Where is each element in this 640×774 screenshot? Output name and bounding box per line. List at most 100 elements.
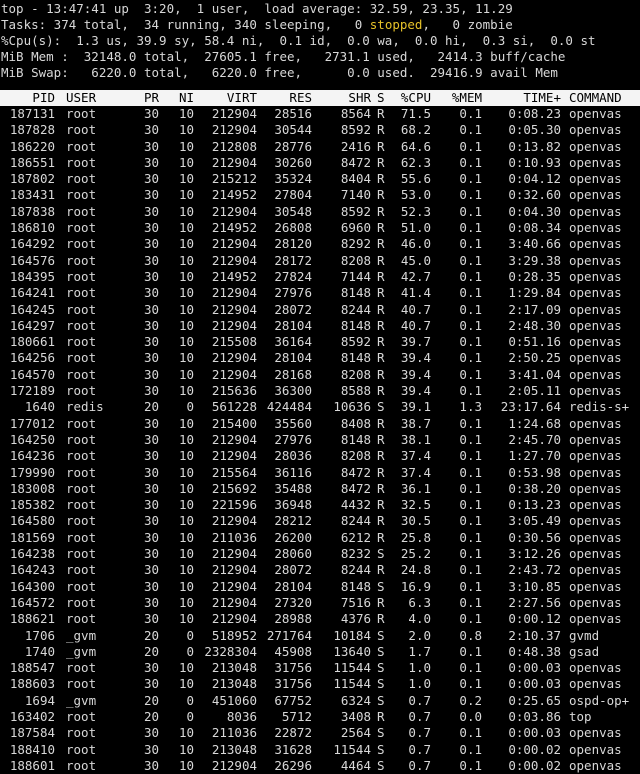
process-cpu: 62.3	[400, 154, 431, 170]
process-user: root	[66, 317, 97, 333]
column-header-pid: PID	[32, 90, 55, 105]
process-user: root	[66, 464, 97, 480]
process-time: 2:05.11	[508, 383, 561, 399]
process-mem: 0.1	[459, 529, 482, 545]
process-res: 271764	[266, 627, 312, 643]
process-pr: 30	[143, 252, 159, 268]
process-command: openvas	[569, 383, 622, 399]
process-command: openvas	[569, 252, 622, 268]
process-command: openvas	[569, 757, 622, 773]
process-ni: 10	[178, 594, 194, 610]
process-user: root	[66, 497, 97, 513]
process-state: R	[377, 138, 385, 154]
process-cpu: 42.7	[400, 268, 431, 284]
process-state: R	[377, 187, 385, 203]
process-command: openvas	[569, 334, 622, 350]
process-pr: 30	[143, 203, 159, 219]
process-time: 0:10.93	[508, 154, 561, 170]
process-pid: 188547	[9, 660, 55, 676]
process-shr: 8472	[340, 464, 371, 480]
process-mem: 0.1	[459, 106, 482, 121]
process-ni: 10	[178, 497, 194, 513]
process-mem: 0.1	[459, 334, 482, 350]
tasks-counts: Tasks: 374 total, 34 running, 340 sleepi…	[1, 17, 370, 32]
process-time: 2:27.56	[508, 594, 561, 610]
process-time: 3:40.66	[508, 236, 561, 252]
process-virt: 215212	[211, 171, 257, 187]
process-ni: 10	[178, 203, 194, 219]
process-row: 164572 root 30 10 212904 27320 7516 R 6.3 0.1 2:27…	[0, 595, 640, 611]
process-user: root	[66, 578, 97, 594]
process-cpu: 41.4	[400, 285, 431, 301]
process-shr: 7144	[340, 268, 371, 284]
process-mem: 0.1	[459, 187, 482, 203]
process-res: 28072	[274, 562, 312, 578]
process-time: 0:30.56	[508, 529, 561, 545]
process-ni: 0	[186, 399, 194, 415]
process-cpu: 52.3	[400, 203, 431, 219]
process-cpu: 4.0	[408, 611, 431, 627]
process-shr: 8292	[340, 236, 371, 252]
process-time: 2:43.72	[508, 562, 561, 578]
process-pr: 30	[143, 154, 159, 170]
process-state: S	[377, 627, 385, 643]
process-user: root	[66, 106, 97, 121]
process-time: 1:24.68	[508, 415, 561, 431]
process-row: 1740 _gvm 20 0 2328304 45908 13640 S 1.7 0.1 0:48.…	[0, 644, 640, 660]
process-pid: 164245	[9, 301, 55, 317]
process-command: gvmd	[569, 627, 600, 643]
process-cpu: 39.7	[400, 334, 431, 350]
process-cpu: 38.1	[400, 431, 431, 447]
process-pid: 164576	[9, 252, 55, 268]
process-command: openvas	[569, 529, 622, 545]
process-pr: 30	[143, 366, 159, 382]
process-res: 27804	[274, 187, 312, 203]
swap-summary-line: MiB Swap: 6220.0 total, 6220.0 free, 0.0…	[1, 65, 558, 80]
process-time: 0:51.16	[508, 334, 561, 350]
process-time: 3:29.38	[508, 252, 561, 268]
process-virt: 215692	[211, 480, 257, 496]
process-time: 1:29.84	[508, 285, 561, 301]
process-table: 187131 root 30 10 212904 28516 8564 R 71.5 0.1 0:0…	[0, 106, 640, 774]
process-res: 30544	[274, 122, 312, 138]
process-cpu: 40.7	[400, 301, 431, 317]
process-time: 0:25.65	[508, 692, 561, 708]
column-header-pr: PR	[143, 90, 159, 105]
process-mem: 0.1	[459, 350, 482, 366]
process-pr: 30	[143, 106, 159, 121]
process-time: 3:10.85	[508, 578, 561, 594]
process-time: 0:00.02	[508, 757, 561, 773]
process-command: openvas	[569, 546, 622, 562]
process-res: 35488	[274, 480, 312, 496]
process-res: 36164	[274, 334, 312, 350]
process-command: openvas	[569, 415, 622, 431]
process-row: 164241 root 30 10 212904 27976 8148 R 41.4 0.1 1:2…	[0, 285, 640, 301]
process-time: 0:13.23	[508, 497, 561, 513]
process-pr: 20	[143, 692, 159, 708]
process-mem: 0.1	[459, 431, 482, 447]
process-shr: 4464	[340, 757, 371, 773]
process-mem: 0.1	[459, 513, 482, 529]
process-virt: 212904	[211, 122, 257, 138]
process-cpu: 16.9	[400, 578, 431, 594]
process-shr: 8472	[340, 154, 371, 170]
process-pr: 30	[143, 757, 159, 773]
process-pid: 187828	[9, 122, 55, 138]
process-cpu: 39.4	[400, 366, 431, 382]
process-time: 3:12.26	[508, 546, 561, 562]
process-time: 2:45.70	[508, 431, 561, 447]
process-state: R	[377, 383, 385, 399]
process-row: 1694 _gvm 20 0 451060 67752 6324 S 0.7 0.2 0:25.65…	[0, 693, 640, 709]
process-state: R	[377, 464, 385, 480]
process-mem: 0.1	[459, 415, 482, 431]
process-pr: 30	[143, 513, 159, 529]
process-pid: 188621	[9, 611, 55, 627]
process-res: 27976	[274, 431, 312, 447]
process-pid: 188410	[9, 741, 55, 757]
process-pr: 30	[143, 350, 159, 366]
process-virt: 213048	[211, 741, 257, 757]
process-ni: 10	[178, 578, 194, 594]
process-state: S	[377, 676, 385, 692]
process-mem: 0.1	[459, 741, 482, 757]
process-pr: 30	[143, 415, 159, 431]
